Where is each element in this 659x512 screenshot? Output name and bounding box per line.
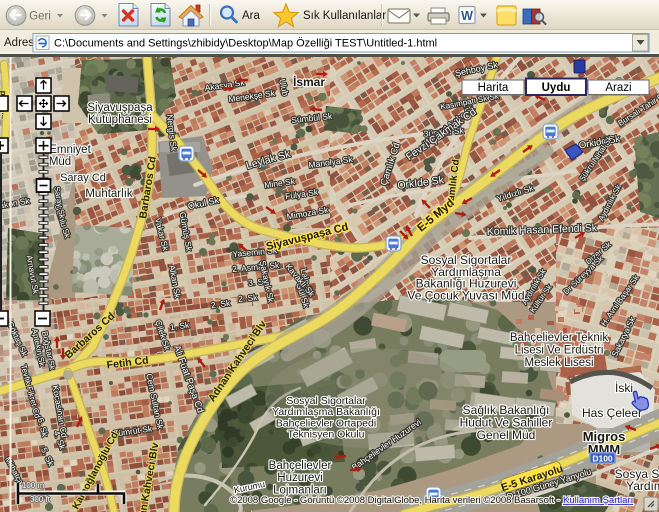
svg-text:Yardım: Yardım [626,479,659,493]
svg-text:Muhtarlık: Muhtarlık [85,188,133,200]
svg-text:Harita: Harita [478,82,509,94]
svg-text:W: W [461,9,473,23]
svg-text:Siyavuşpaşa: Siyavuşpaşa [87,102,153,114]
svg-text:Geri: Geri [29,11,51,23]
svg-text:Ara: Ara [242,10,261,22]
svg-text:D100: D100 [592,454,613,464]
svg-text:İsmar: İsmar [293,74,325,89]
svg-text:Huzurevi: Huzurevi [277,472,322,484]
svg-text:Meslek Lisesi: Meslek Lisesi [524,357,593,369]
svg-text:Bahçelievler Teknik: Bahçelievler Teknik [510,332,608,344]
svg-text:C:\Documents and Settings\zhib: C:\Documents and Settings\zhibidy\Deskto… [54,38,437,50]
svg-text:Genel Müd: Genel Müd [477,428,536,442]
svg-text:Kütüphanesi: Kütüphanesi [88,114,152,126]
svg-text:İski: İski [615,381,633,395]
svg-text:Bahçelievler Ortapedi: Bahçelievler Ortapedi [276,417,376,429]
svg-text:Kullanım Şartları: Kullanım Şartları [563,495,633,506]
svg-text:Bahçelievler: Bahçelievler [269,460,332,472]
svg-text:300 ft: 300 ft [30,495,51,504]
svg-text:100 m: 100 m [22,481,45,490]
svg-text:Arazi: Arazi [605,82,631,94]
svg-text:Teknisyen Okulu: Teknisyen Okulu [287,429,364,441]
svg-text:Sık Kullanılanlar: Sık Kullanılanlar [303,10,386,22]
svg-text:Emniyet: Emniyet [49,144,91,156]
svg-text:Has Çeleer: Has Çeleer [582,406,642,420]
svg-text:Sosyal Sigortalar: Sosyal Sigortalar [286,395,366,407]
svg-text:©2008 Google - Görüntü ©2008 D: ©2008 Google - Görüntü ©2008 DigitalGlob… [230,495,560,506]
svg-text:Müd: Müd [49,156,71,168]
svg-text:2. Sk: 2. Sk [238,292,259,304]
svg-text:Ve Çocuk Yuvası Müd: Ve Çocuk Yuvası Müd [407,288,524,302]
svg-text:Uydu: Uydu [542,82,571,94]
svg-text:Yardımlaşma Bakanlığı: Yardımlaşma Bakanlığı [272,406,380,418]
svg-text:Saray Cd: Saray Cd [60,172,106,184]
svg-text:Lisesi Ve Erdüstri: Lisesi Ve Erdüstri [515,345,604,357]
svg-text:Adres: Adres [4,37,34,49]
